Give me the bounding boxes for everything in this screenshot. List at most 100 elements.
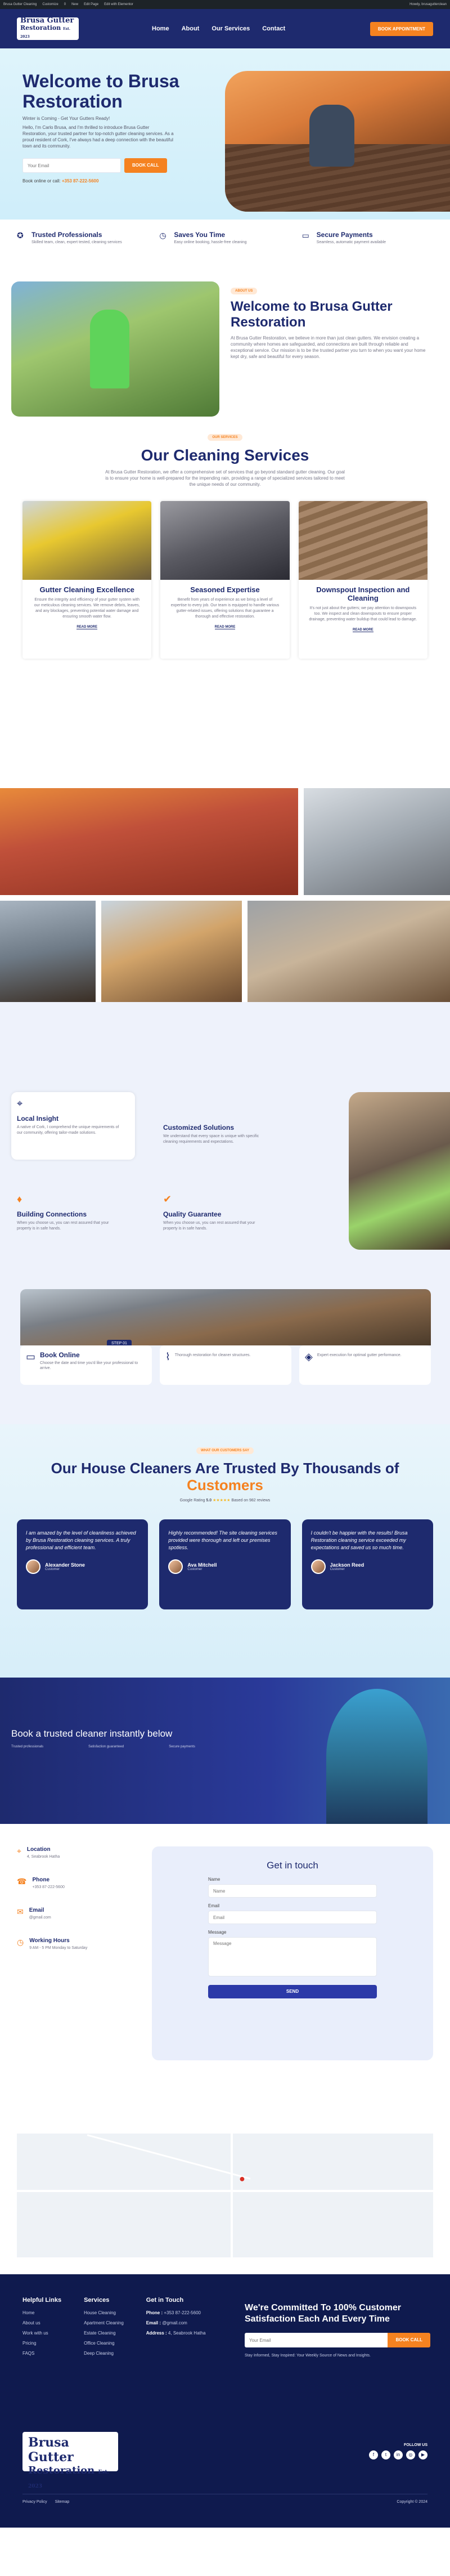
broom-icon: ⌇ xyxy=(165,1351,170,1362)
roof-banner-image xyxy=(20,1289,431,1345)
footer-contact: Get in Touch Phone : +353 87-222-5600 Em… xyxy=(146,2297,206,2336)
testimonial-card: Highly recommended! The site cleaning se… xyxy=(159,1519,291,1609)
wp-bar-item-new[interactable]: New xyxy=(71,3,78,6)
nav-home[interactable]: Home xyxy=(152,25,169,32)
feature-text: Seamless, automatic payment available xyxy=(316,240,386,244)
why-card-title: Building Connections xyxy=(17,1210,87,1218)
step-text: Choose the date and time you'd like your… xyxy=(40,1361,138,1370)
testimonial-role: Customer xyxy=(187,1568,202,1571)
newsletter-email-input[interactable] xyxy=(245,2333,388,2347)
service-image xyxy=(160,501,290,580)
feature-text: Easy online booking, hassle-free cleanin… xyxy=(174,240,247,244)
services-row: Gutter Cleaning Excellence Ensure the in… xyxy=(22,501,428,659)
step-card: ▭ Book Online Choose the date and time yo… xyxy=(20,1345,152,1385)
about-image-worker xyxy=(90,310,129,388)
twitter-icon[interactable]: t xyxy=(381,2450,390,2459)
hero-phone-link[interactable]: +353 87-222-5600 xyxy=(62,178,99,184)
footer-link[interactable]: About us xyxy=(22,2320,61,2325)
map-pin-icon: ⌖ xyxy=(17,1098,23,1109)
name-field[interactable] xyxy=(208,1884,377,1898)
sitemap-link[interactable]: Sitemap xyxy=(55,2500,70,2504)
services-intro: At Brusa Gutter Restoration, we offer a … xyxy=(105,469,345,487)
why-card-text: We understand that every space is unique… xyxy=(163,1134,259,1144)
email-label: Email xyxy=(208,1903,220,1908)
avatar xyxy=(168,1559,183,1574)
location-map[interactable]: ● xyxy=(17,2134,433,2257)
cta-label: Satisfaction guaranteed xyxy=(88,1745,124,1748)
facebook-icon[interactable]: f xyxy=(369,2450,378,2459)
footer-link[interactable]: Estate Cleaning xyxy=(84,2331,124,2336)
footer-link[interactable]: FAQS xyxy=(22,2351,61,2356)
testimonial-role: Customer xyxy=(330,1568,345,1571)
footer-link[interactable]: Home xyxy=(22,2310,61,2315)
newsletter-book-call-button[interactable]: BOOK CALL xyxy=(388,2333,430,2347)
service-card: Downspout Inspection and Cleaning It's n… xyxy=(298,501,428,659)
message-field[interactable] xyxy=(208,1937,377,1976)
avatar xyxy=(310,1559,326,1574)
youtube-icon[interactable]: ▶ xyxy=(418,2450,428,2459)
footer-logo[interactable]: Brusa Gutter Restoration Est. 2023 xyxy=(22,2432,118,2489)
map-wrapper: ● xyxy=(0,2122,450,2274)
handshake-icon: ♦ xyxy=(17,1193,22,1205)
cta-band: Book a trusted cleaner instantly below T… xyxy=(0,1678,450,1824)
gallery-image xyxy=(0,788,298,895)
footer-link[interactable]: Deep Cleaning xyxy=(84,2351,124,2356)
nav-services[interactable]: Our Services xyxy=(212,25,250,32)
phone-icon: ☎ xyxy=(17,1877,27,1886)
contact-phone: ☎ Phone +353 87-222-5600 xyxy=(17,1877,65,1889)
map-road xyxy=(17,2190,433,2192)
contact-location: ⌖ Location 4, Seabrook Hatha xyxy=(17,1846,60,1859)
google-rating: Google Rating 5.0 ★★★★★ Based on 982 rev… xyxy=(179,1499,271,1502)
instagram-icon[interactable]: ◎ xyxy=(406,2450,415,2459)
footer-link[interactable]: Work with us xyxy=(22,2331,61,2336)
why-card-quality: ✔ Quality Guarantee When you choose us, … xyxy=(158,1188,281,1237)
map-pin-icon[interactable]: ● xyxy=(239,2173,245,2185)
wp-bar-item-customize[interactable]: Customize xyxy=(42,3,58,6)
hero-book-call-button[interactable]: BOOK CALL xyxy=(124,158,167,173)
why-card-title: Quality Guarantee xyxy=(163,1210,222,1218)
privacy-policy-link[interactable]: Privacy Policy xyxy=(22,2500,47,2504)
service-read-more[interactable]: READ MORE xyxy=(76,625,97,629)
hero-email-input[interactable] xyxy=(22,158,121,173)
linkedin-icon[interactable]: in xyxy=(394,2450,403,2459)
follow-label: FOLLOW US xyxy=(404,2443,428,2447)
laptop-icon: ▭ xyxy=(26,1351,36,1362)
footer-newsletter: We're Committed To 100% Customer Satisfa… xyxy=(245,2302,430,2359)
contact-hours: ◷ Working Hours 9 AM - 5 PM Monday to Satu… xyxy=(17,1938,88,1950)
wp-bar-item-comments[interactable]: 0 xyxy=(64,3,66,6)
nav-about[interactable]: About xyxy=(182,25,200,32)
copyright: Copyright © 2024 xyxy=(397,2500,428,2504)
wp-bar-item-edit[interactable]: Edit Page xyxy=(84,3,98,6)
footer-link[interactable]: House Cleaning xyxy=(84,2310,124,2315)
testimonial-name: Jackson Reed xyxy=(330,1562,364,1568)
site-logo[interactable]: Brusa Gutter Restoration Est. 2023 xyxy=(17,17,79,40)
footer-link[interactable]: Pricing xyxy=(22,2341,61,2346)
feature-item: ▭ Secure Payments Seamless, automatic pay… xyxy=(302,231,433,253)
nav-contact[interactable]: Contact xyxy=(262,25,285,32)
testimonial-quote: I couldn't be happier with the results! … xyxy=(310,1530,408,1550)
why-card-text: When you choose us, you can rest assured… xyxy=(17,1221,109,1231)
wp-bar-item-site[interactable]: Brusa Gutter Cleaning xyxy=(3,3,37,6)
book-appointment-button[interactable]: BOOK APPOINTMENT xyxy=(370,21,433,36)
contact-section: ⌖ Location 4, Seabrook Hatha ☎ Phone +353 87… xyxy=(0,1824,450,2122)
service-image xyxy=(22,501,152,580)
wp-bar-item-elementor[interactable]: Edit with Elementor xyxy=(104,3,133,6)
about-title: Welcome to Brusa Gutter Restoration xyxy=(231,299,393,330)
cta-label: Secure payments xyxy=(169,1745,195,1748)
cta-labels: Trusted professionals Satisfaction guara… xyxy=(11,1745,195,1748)
hero-section: Welcome to Brusa Restoration Winter is C… xyxy=(0,48,450,220)
rating-stars: ★★★★★ xyxy=(213,1499,231,1502)
footer-bottom: Privacy Policy Sitemap Copyright © 2024 xyxy=(22,2494,428,2504)
footer-link[interactable]: Apartment Cleaning xyxy=(84,2320,124,2325)
service-title: Downspout Inspection and Cleaning xyxy=(316,585,410,602)
services-section: OUR SERVICES Our Cleaning Services At Br… xyxy=(0,422,450,766)
wp-bar-howdy[interactable]: Howdy, brusagutterclean xyxy=(410,3,447,6)
gallery-image xyxy=(101,901,242,1002)
footer-link[interactable]: Office Cleaning xyxy=(84,2341,124,2346)
service-read-more[interactable]: READ MORE xyxy=(352,628,374,632)
email-field[interactable] xyxy=(208,1911,377,1924)
send-button[interactable]: SEND xyxy=(208,1985,377,1998)
service-read-more[interactable]: READ MORE xyxy=(214,625,236,629)
testimonials-pill: WHAT OUR CUSTOMERS SAY xyxy=(196,1447,254,1454)
clock-icon: ◷ xyxy=(17,1938,24,1947)
